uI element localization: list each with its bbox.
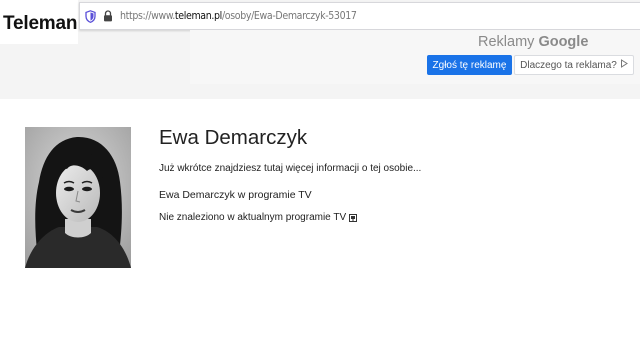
site-logo[interactable]: Teleman bbox=[0, 0, 78, 44]
person-photo bbox=[25, 127, 131, 268]
url-path: /osoby/Ewa-Demarczyk-53017 bbox=[221, 10, 357, 22]
why-this-ad-label: Dlaczego ta reklama? bbox=[520, 59, 617, 71]
tracking-protection-shield-icon[interactable] bbox=[83, 8, 97, 24]
tv-icon bbox=[349, 213, 358, 222]
ads-label-prefix: Reklamy bbox=[478, 34, 535, 50]
tv-not-found-text: Nie znaleziono w aktualnym programie TV bbox=[159, 212, 347, 223]
url-host: teleman.pl bbox=[174, 10, 222, 22]
report-ad-button[interactable]: Zgłoś tę reklamę bbox=[427, 55, 512, 75]
person-name-heading: Ewa Demarczyk bbox=[159, 126, 308, 149]
coming-soon-text: Już wkrótce znajdziesz tutaj więcej info… bbox=[159, 163, 422, 174]
ads-label-brand: Google bbox=[538, 34, 589, 50]
info-triangle-icon bbox=[620, 59, 628, 71]
tv-not-found-row: Nie znaleziono w aktualnym programie TV bbox=[159, 212, 358, 223]
secure-lock-icon[interactable] bbox=[101, 8, 115, 24]
address-bar[interactable]: https://www.teleman.pl/osoby/Ewa-Demarcz… bbox=[79, 2, 640, 30]
url-text[interactable]: https://www.teleman.pl/osoby/Ewa-Demarcz… bbox=[120, 10, 357, 22]
tv-schedule-heading: Ewa Demarczyk w programie TV bbox=[159, 189, 312, 201]
ads-by-google-label: Reklamy Google bbox=[478, 34, 588, 50]
why-this-ad-button[interactable]: Dlaczego ta reklama? bbox=[514, 55, 634, 75]
url-prefix: https://www. bbox=[120, 10, 175, 22]
